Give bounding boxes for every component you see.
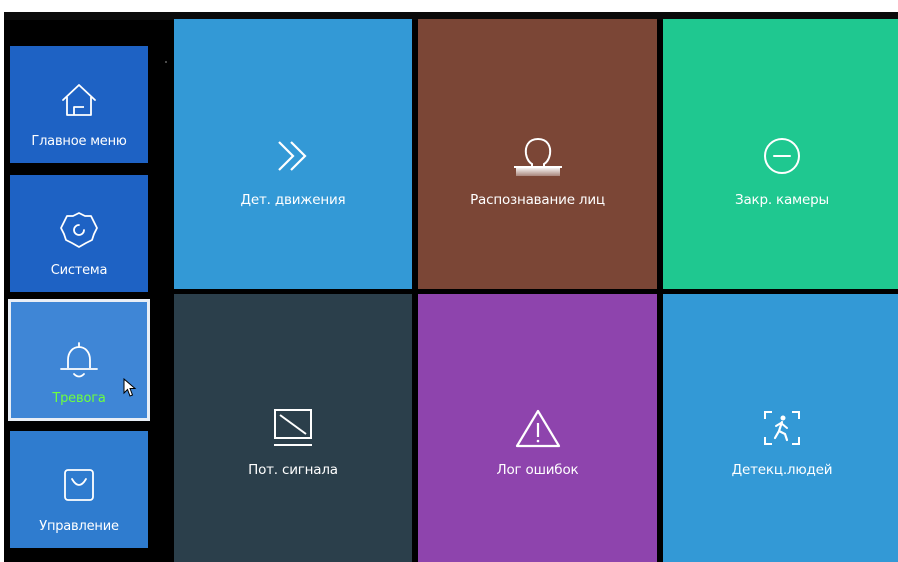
sidebar-item-system[interactable]: Система [10, 175, 148, 292]
tile-video-loss[interactable]: Пот. сигнала [174, 294, 412, 562]
tile-label: Лог ошибок [496, 462, 579, 478]
sidebar-item-main-menu[interactable]: Главное меню [10, 46, 148, 163]
signal-loss-icon [174, 407, 412, 451]
warning-icon [418, 407, 657, 451]
tile-human-detection[interactable]: Детекц.людей [663, 294, 898, 562]
tile-label: Распознавание лиц [470, 192, 605, 208]
sidebar-item-label: Управление [39, 519, 119, 534]
alarm-menu-screen: Главное меню Система Тревога Управление … [4, 12, 898, 562]
tile-error-log[interactable]: Лог ошибок [418, 294, 657, 562]
mouse-pointer-icon [123, 377, 137, 398]
sidebar-item-label: Система [50, 263, 108, 278]
tile-label: Детекц.людей [731, 462, 833, 478]
tile-label: Закр. камеры [735, 192, 829, 208]
divider-mark [165, 61, 167, 63]
face-icon [418, 136, 657, 178]
double-chevron-right-icon [174, 136, 412, 176]
home-icon [10, 81, 148, 119]
sidebar-item-label: Главное меню [31, 134, 127, 149]
human-detect-icon [663, 407, 898, 449]
tile-motion-detection[interactable]: Дет. движения [174, 19, 412, 289]
gear-icon [10, 210, 148, 248]
tile-label: Дет. движения [240, 192, 346, 208]
bag-icon [10, 466, 148, 504]
sidebar-item-alarm[interactable]: Тревога [8, 299, 150, 421]
tile-face-recognition[interactable]: Распознавание лиц [418, 19, 657, 289]
tile-camera-tamper[interactable]: Закр. камеры [663, 19, 898, 289]
sidebar-item-management[interactable]: Управление [10, 431, 148, 548]
bell-icon [11, 340, 147, 378]
minus-circle-icon [663, 136, 898, 176]
tile-label: Пот. сигнала [248, 462, 338, 478]
